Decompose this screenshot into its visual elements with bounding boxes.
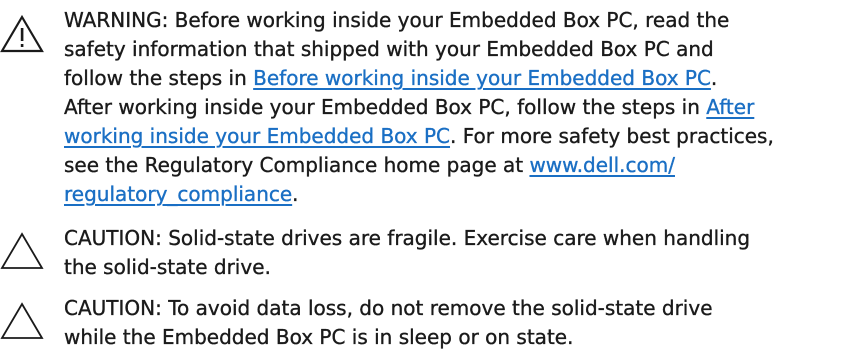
warning-line-2: safety information that shipped with you…	[64, 37, 714, 61]
after-working-link-part1[interactable]: After	[706, 95, 754, 119]
warning-line-6-text: see the Regulatory Compliance home page …	[64, 153, 530, 177]
caution-triangle-icon	[0, 232, 44, 269]
caution-data-loss-line-2: while the Embedded Box PC is in sleep or…	[64, 325, 574, 349]
caution-notice-data-loss: CAUTION: To avoid data loss, do not remo…	[0, 294, 864, 354]
warning-text: WARNING: Before working inside your Embe…	[64, 6, 864, 209]
after-working-link-part2[interactable]: working inside your Embedded Box PC	[64, 124, 450, 148]
caution-notice-fragile: CAUTION: Solid-state drives are fragile.…	[0, 224, 864, 284]
warning-line-1: WARNING: Before working inside your Embe…	[64, 8, 730, 32]
warning-line-7: regulatory_compliance.	[64, 180, 864, 209]
caution-fragile-line-1: CAUTION: Solid-state drives are fragile.…	[64, 226, 751, 250]
warning-line-6: see the Regulatory Compliance home page …	[64, 151, 864, 180]
regulatory-link-part1[interactable]: www.dell.com/	[529, 153, 675, 177]
caution-triangle-icon	[0, 302, 44, 339]
warning-line-7-end: .	[292, 182, 299, 206]
warning-line-4-text: After working inside your Embedded Box P…	[64, 95, 707, 119]
caution-fragile-line-2: the solid-state drive.	[64, 255, 271, 279]
warning-line-4: After working inside your Embedded Box P…	[64, 93, 864, 122]
regulatory-link-part2[interactable]: regulatory_compliance	[64, 182, 293, 206]
warning-line-5: working inside your Embedded Box PC. For…	[64, 122, 864, 151]
warning-line-3: follow the steps in Before working insid…	[64, 64, 864, 93]
before-working-link[interactable]: Before working inside your Embedded Box …	[253, 66, 711, 90]
caution-data-loss-line-1: CAUTION: To avoid data loss, do not remo…	[64, 296, 713, 320]
warning-line-3-end: .	[710, 66, 718, 90]
warning-line-5-end: . For more safety best practices,	[450, 124, 774, 148]
warning-triangle-icon	[0, 14, 44, 53]
warning-line-3-text: follow the steps in	[64, 66, 254, 90]
caution-data-loss-text: CAUTION: To avoid data loss, do not remo…	[64, 294, 864, 352]
caution-fragile-text: CAUTION: Solid-state drives are fragile.…	[64, 224, 864, 282]
warning-notice: WARNING: Before working inside your Embe…	[0, 6, 864, 214]
